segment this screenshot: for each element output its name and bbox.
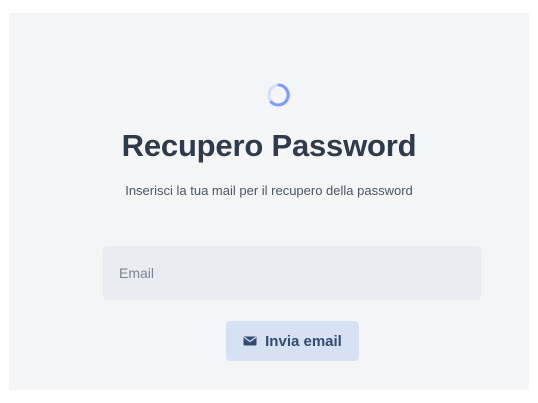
- password-recovery-card: Recupero Password Inserisci la tua mail …: [9, 13, 529, 390]
- send-email-button[interactable]: Invia email: [226, 321, 359, 361]
- envelope-icon: [243, 336, 257, 346]
- loading-ring-icon: [265, 81, 293, 109]
- page-subtitle: Inserisci la tua mail per il recupero de…: [125, 183, 413, 198]
- page-title: Recupero Password: [121, 128, 417, 163]
- send-email-button-label: Invia email: [265, 332, 342, 350]
- email-field[interactable]: [103, 246, 481, 300]
